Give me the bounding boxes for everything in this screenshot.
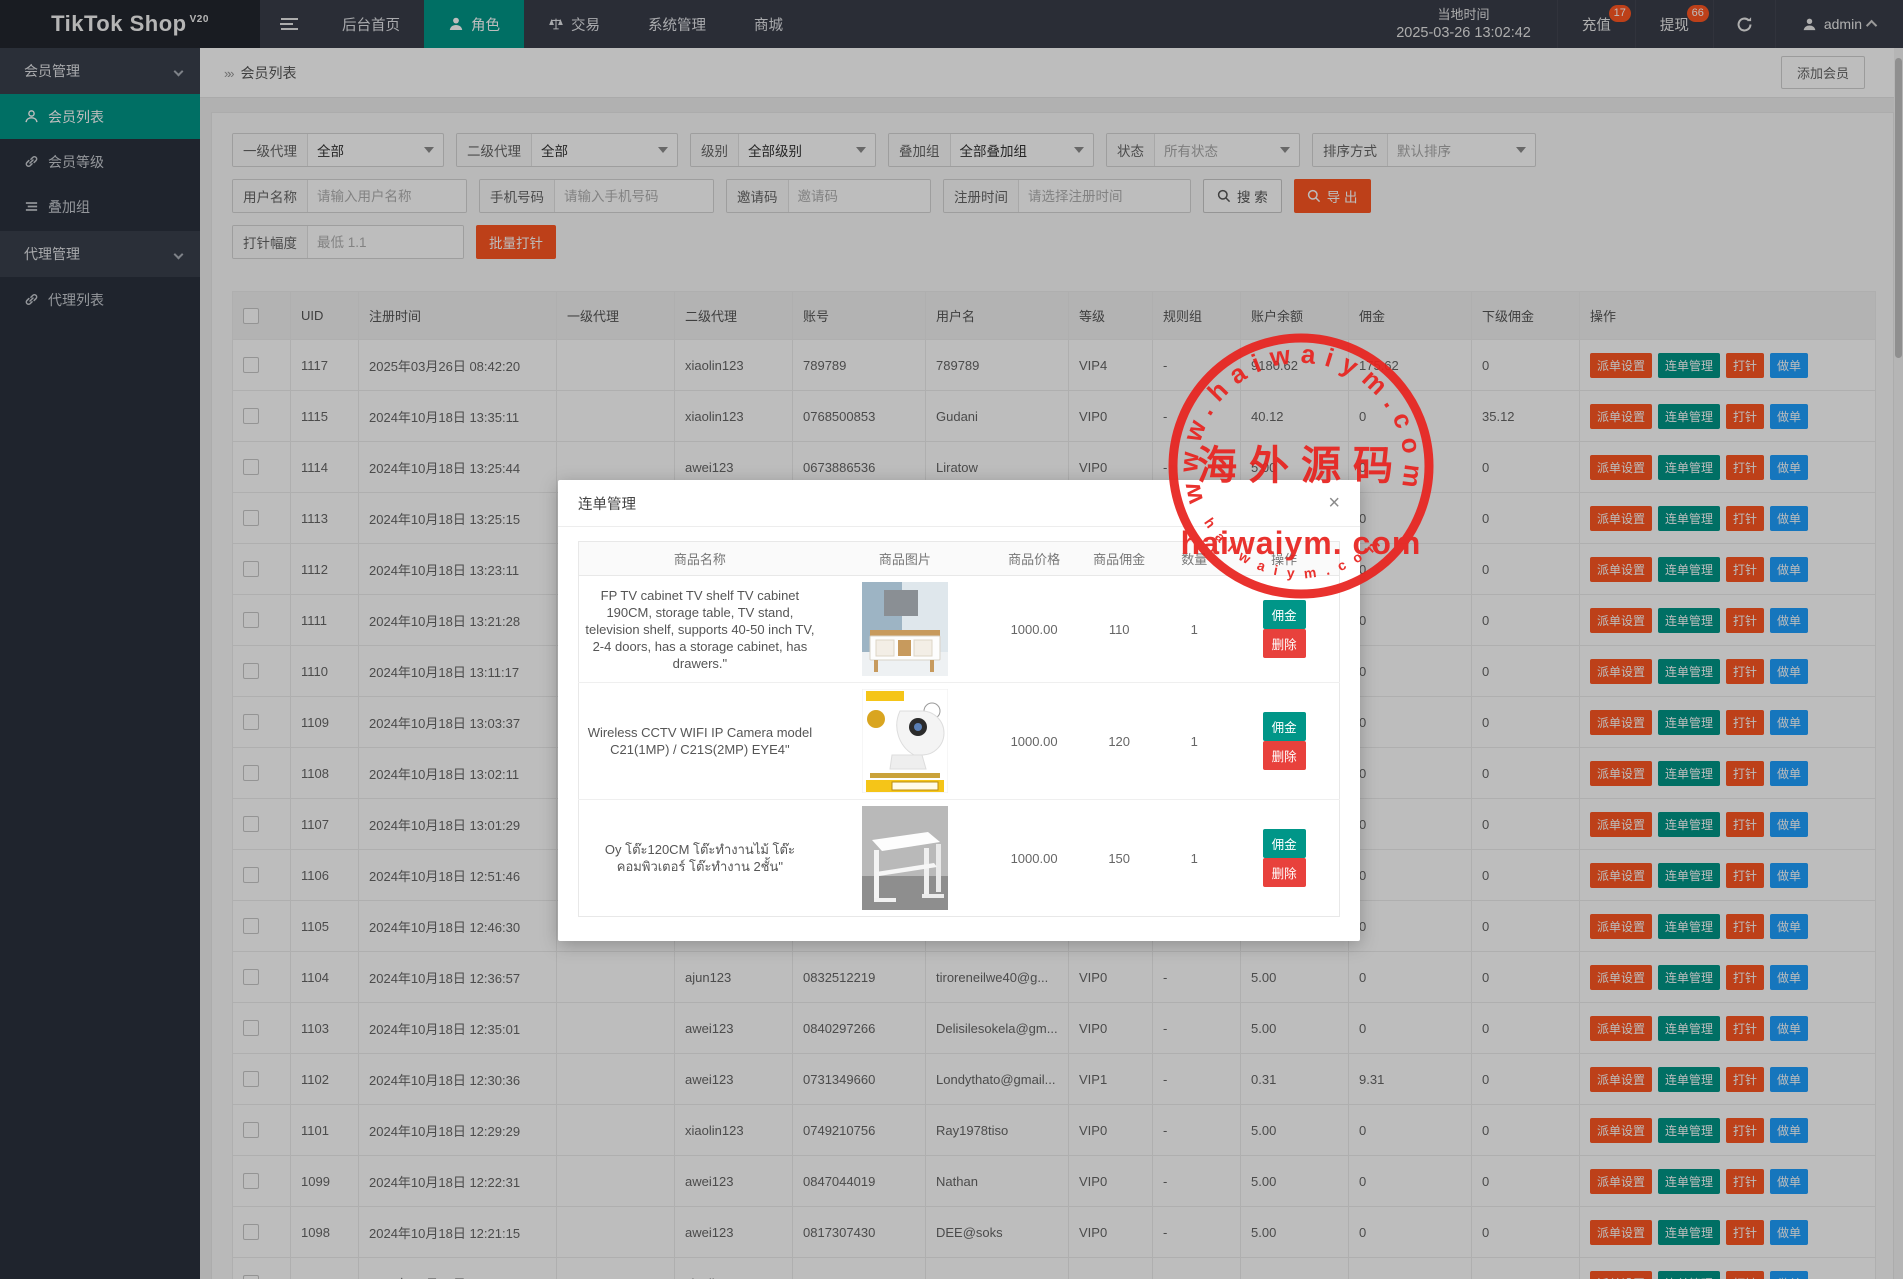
product-commission: 150 (1079, 800, 1159, 917)
product-row: Oy โต๊ะ120CM โต๊ะทำงานไม้ โต๊ะ คอมพิวเตอ… (579, 800, 1340, 917)
commission-button[interactable]: 佣金 (1263, 712, 1306, 741)
product-image (862, 806, 948, 910)
delete-button[interactable]: 删除 (1263, 858, 1306, 887)
product-price: 1000.00 (989, 800, 1079, 917)
product-price: 1000.00 (989, 683, 1079, 800)
chain-order-modal: 连单管理 × 商品名称商品图片 商品价格商品佣金 数量操作 FP TV cabi… (558, 480, 1360, 941)
product-row: FP TV cabinet TV shelf TV cabinet 190CM,… (579, 576, 1340, 683)
product-commission: 110 (1079, 576, 1159, 683)
product-qty: 1 (1159, 683, 1229, 800)
product-commission: 120 (1079, 683, 1159, 800)
product-row: Wireless CCTV WIFI IP Camera model C21(1… (579, 683, 1340, 800)
delete-button[interactable]: 删除 (1263, 629, 1306, 658)
product-rows: FP TV cabinet TV shelf TV cabinet 190CM,… (579, 576, 1340, 917)
close-icon[interactable]: × (1328, 493, 1340, 513)
product-image (862, 582, 948, 676)
product-table: 商品名称商品图片 商品价格商品佣金 数量操作 FP TV cabinet TV … (578, 541, 1340, 917)
product-image (862, 689, 948, 793)
product-name: Wireless CCTV WIFI IP Camera model C21(1… (583, 724, 817, 758)
delete-button[interactable]: 删除 (1263, 741, 1306, 770)
product-price: 1000.00 (989, 576, 1079, 683)
product-name: Oy โต๊ะ120CM โต๊ะทำงานไม้ โต๊ะ คอมพิวเตอ… (583, 841, 817, 875)
product-header-row: 商品名称商品图片 商品价格商品佣金 数量操作 (579, 542, 1340, 576)
product-qty: 1 (1159, 800, 1229, 917)
product-qty: 1 (1159, 576, 1229, 683)
commission-button[interactable]: 佣金 (1263, 600, 1306, 629)
modal-body: 商品名称商品图片 商品价格商品佣金 数量操作 FP TV cabinet TV … (558, 527, 1360, 931)
product-name: FP TV cabinet TV shelf TV cabinet 190CM,… (583, 587, 817, 672)
modal-title: 连单管理 (578, 493, 636, 514)
commission-button[interactable]: 佣金 (1263, 829, 1306, 858)
modal-header: 连单管理 × (558, 480, 1360, 527)
